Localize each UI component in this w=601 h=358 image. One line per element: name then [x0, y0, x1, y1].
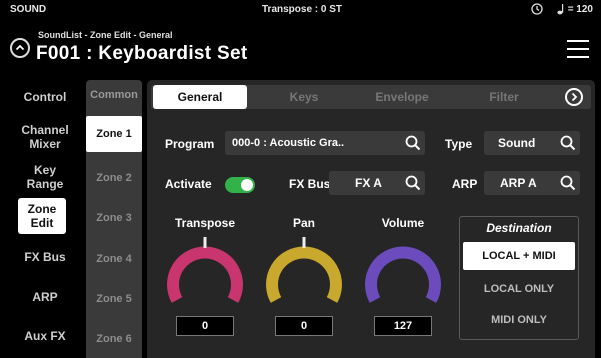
status-right: = 120 [531, 3, 593, 15]
chevron-up-icon [15, 44, 25, 51]
tab-general[interactable]: General [153, 85, 247, 109]
volume-knob[interactable] [361, 234, 445, 312]
zone-item-4[interactable]: Zone 4 [86, 241, 142, 277]
fxbus-label: FX Bus [289, 177, 331, 191]
destination-title: Destination [486, 221, 552, 235]
sidebar-item-fx-bus[interactable]: FX Bus [14, 248, 76, 266]
destination-group: Destination LOCAL + MIDI LOCAL ONLY MIDI… [459, 216, 579, 340]
back-button[interactable] [10, 38, 30, 58]
tempo-value: = 120 [567, 3, 593, 15]
sidebar-item-control[interactable]: Control [14, 88, 76, 106]
status-bar: SOUND Transpose : 0 ST = 120 [0, 0, 601, 18]
metronome-icon [531, 3, 543, 15]
zone-item-3[interactable]: Zone 3 [86, 200, 142, 236]
volume-value[interactable]: 127 [374, 316, 432, 336]
arp-selector[interactable]: ARP A [484, 171, 580, 195]
tab-envelope[interactable]: Envelope [355, 85, 449, 109]
search-icon [558, 172, 580, 194]
transpose-knob[interactable] [163, 234, 247, 312]
destination-local-only[interactable]: LOCAL ONLY [463, 275, 575, 303]
volume-label: Volume [381, 216, 425, 230]
toggle-knob [241, 179, 253, 191]
tab-keys[interactable]: Keys [257, 85, 351, 109]
zone-item-6[interactable]: Zone 6 [86, 321, 142, 357]
arp-value: ARP A [500, 176, 537, 190]
program-value: 000-0 : Acoustic Gra.. [232, 137, 345, 149]
destination-midi-only[interactable]: MIDI ONLY [463, 306, 575, 334]
type-value: Sound [498, 136, 536, 150]
type-selector[interactable]: Sound [484, 131, 580, 155]
pan-knob[interactable] [262, 234, 346, 312]
zone-item-2[interactable]: Zone 2 [86, 160, 142, 196]
activate-toggle[interactable] [225, 177, 255, 193]
pan-label: Pan [292, 216, 315, 230]
sidebar-item-key-range[interactable]: Key Range [14, 162, 76, 192]
sidebar-item-channel-mixer[interactable]: Channel Mixer [14, 122, 76, 152]
sidebar-item-aux-fx[interactable]: Aux FX [14, 327, 76, 345]
tab-filter[interactable]: Filter [457, 85, 551, 109]
transpose-value[interactable]: 0 [176, 316, 234, 336]
pan-value[interactable]: 0 [275, 316, 333, 336]
program-selector[interactable]: 000-0 : Acoustic Gra.. [225, 131, 425, 155]
page-title: F001 : Keyboardist Set [36, 43, 248, 64]
zone-common[interactable]: Common [86, 89, 142, 101]
transpose-label: Transpose [174, 216, 236, 230]
hamburger-icon [567, 40, 589, 42]
header: SoundList - Zone Edit - General F001 : K… [0, 18, 601, 68]
type-label: Type [445, 137, 473, 151]
zone-list: Common Zone 1 Zone 2 Zone 3 Zone 4 Zone … [86, 80, 142, 358]
side-menu: Control Channel Mixer Key Range Zone Edi… [0, 80, 84, 358]
next-tab-button[interactable] [565, 88, 583, 106]
transpose-status: Transpose : 0 ST [262, 4, 343, 15]
fxbus-selector[interactable]: FX A [329, 171, 425, 195]
tempo-display: = 120 [557, 3, 593, 15]
zone-item-5[interactable]: Zone 5 [86, 281, 142, 317]
destination-local-midi[interactable]: LOCAL + MIDI [463, 242, 575, 270]
sidebar-item-arp[interactable]: ARP [14, 288, 76, 306]
activate-label: Activate [165, 177, 212, 191]
mode-label: SOUND [10, 4, 47, 15]
chevron-right-icon [571, 92, 578, 102]
search-icon [403, 132, 425, 154]
zone-item-1[interactable]: Zone 1 [86, 116, 142, 152]
sidebar-item-zone-edit[interactable]: Zone Edit [18, 198, 66, 234]
main-panel: General Keys Envelope Filter Program 000… [147, 80, 595, 358]
arp-label: ARP [452, 177, 478, 191]
search-icon [558, 132, 580, 154]
tab-bar: General Keys Envelope Filter [151, 85, 591, 109]
menu-button[interactable] [567, 40, 589, 58]
program-label: Program [165, 137, 215, 151]
breadcrumb: SoundList - Zone Edit - General [38, 30, 173, 40]
fxbus-value: FX A [355, 176, 382, 190]
quarter-note-icon [557, 4, 563, 15]
search-icon [403, 172, 425, 194]
